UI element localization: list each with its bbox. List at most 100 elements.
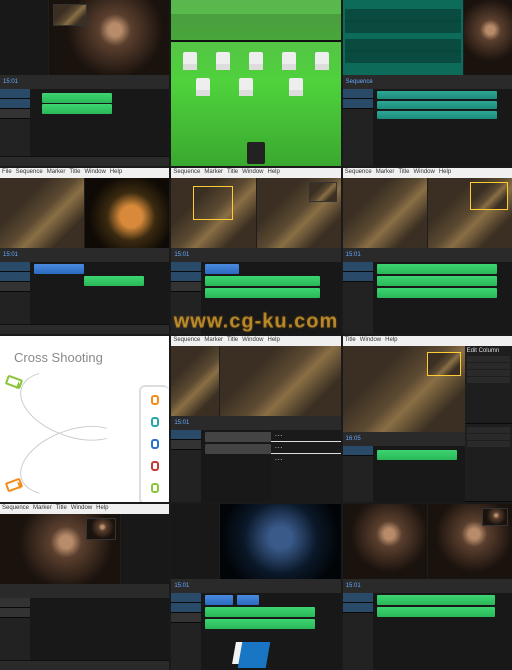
menubar[interactable]: Title Window Help bbox=[343, 336, 512, 346]
effects-panel[interactable]: Edit Column bbox=[465, 346, 512, 502]
menu-title[interactable]: Title bbox=[227, 337, 238, 345]
audio-clip[interactable] bbox=[377, 91, 497, 99]
cell-r1c3[interactable]: Sequence bbox=[343, 0, 512, 166]
audio-clip[interactable] bbox=[205, 288, 320, 298]
menu-window[interactable]: Window bbox=[71, 505, 92, 513]
track-v1[interactable] bbox=[0, 262, 30, 272]
timeline-panel[interactable]: Sequence bbox=[343, 75, 512, 166]
menu-sequence[interactable]: Sequence bbox=[173, 337, 200, 345]
list-item[interactable] bbox=[467, 441, 510, 447]
video-clip[interactable] bbox=[377, 264, 497, 274]
track-v1[interactable] bbox=[0, 598, 30, 608]
menu-markers[interactable]: Marker bbox=[204, 169, 223, 177]
menu-sequence[interactable]: Sequence bbox=[2, 505, 29, 513]
menu-window[interactable]: Window bbox=[85, 169, 106, 177]
cell-r4c3[interactable]: 15:01 bbox=[343, 504, 512, 670]
menu-markers[interactable]: Marker bbox=[47, 169, 66, 177]
audio-clip[interactable] bbox=[377, 607, 495, 617]
menu-sequence[interactable]: Sequence bbox=[345, 169, 372, 177]
track-a1[interactable] bbox=[343, 99, 373, 109]
video-clip[interactable] bbox=[237, 595, 259, 605]
menubar[interactable]: Sequence Marker Title Window Help bbox=[171, 168, 340, 178]
track-a1[interactable] bbox=[171, 440, 201, 450]
track-v1[interactable] bbox=[343, 593, 373, 603]
video-clip[interactable] bbox=[205, 276, 320, 286]
menu-window[interactable]: Window bbox=[360, 337, 381, 345]
menu-window[interactable]: Window bbox=[413, 169, 434, 177]
audio-clip[interactable] bbox=[377, 111, 497, 119]
cell-r3c3[interactable]: Title Window Help 16:05 bbox=[343, 336, 512, 502]
video-clip[interactable] bbox=[84, 276, 144, 286]
track-v2[interactable] bbox=[171, 272, 201, 282]
audio-clip[interactable] bbox=[377, 288, 497, 298]
track-v1[interactable] bbox=[171, 430, 201, 440]
menu-sequence[interactable]: Sequence bbox=[16, 169, 43, 177]
timeline-panel[interactable]: 15:01 bbox=[171, 248, 340, 334]
cell-r1c2[interactable] bbox=[171, 0, 340, 166]
track-a1[interactable] bbox=[343, 603, 373, 613]
context-menu[interactable]: ··· ··· ··· bbox=[271, 430, 341, 502]
list-item[interactable] bbox=[467, 356, 510, 362]
video-clip[interactable] bbox=[377, 450, 457, 460]
track-a2[interactable] bbox=[0, 109, 30, 119]
menu-help[interactable]: Help bbox=[385, 337, 397, 345]
menu-title[interactable]: Title bbox=[56, 505, 67, 513]
menu-title[interactable]: Title bbox=[69, 169, 80, 177]
list-item[interactable] bbox=[467, 370, 510, 376]
track-a1[interactable] bbox=[0, 608, 30, 618]
timeline-panel[interactable] bbox=[0, 584, 169, 670]
timeline-panel[interactable]: 15:01 bbox=[0, 248, 169, 334]
track-v1[interactable] bbox=[343, 262, 373, 272]
video-clip[interactable] bbox=[205, 264, 239, 274]
timeline-panel[interactable]: 15:01 ··· ··· ··· bbox=[171, 416, 340, 502]
audio-clip[interactable] bbox=[205, 619, 315, 629]
menu-window[interactable]: Window bbox=[242, 337, 263, 345]
menu-help[interactable]: Help bbox=[439, 169, 451, 177]
video-clip[interactable] bbox=[205, 595, 233, 605]
cell-r2c1[interactable]: File Sequence Marker Title Window Help 1… bbox=[0, 168, 169, 334]
menubar[interactable]: File Sequence Marker Title Window Help bbox=[0, 168, 169, 178]
menu-item[interactable]: ··· bbox=[271, 442, 341, 454]
cell-r3c2[interactable]: Sequence Marker Title Window Help 15:01 bbox=[171, 336, 340, 502]
track-v1[interactable] bbox=[171, 262, 201, 272]
timeline-panel[interactable]: 15:01 bbox=[171, 579, 340, 670]
menu-title[interactable]: Title bbox=[345, 337, 356, 345]
cell-r1c1[interactable]: 15:01 bbox=[0, 0, 169, 166]
video-clip[interactable] bbox=[42, 93, 112, 103]
audio-clip[interactable] bbox=[377, 101, 497, 109]
menu-window[interactable]: Window bbox=[242, 169, 263, 177]
timeline-panel[interactable]: 15:01 bbox=[343, 579, 512, 670]
menu-help[interactable]: Help bbox=[268, 169, 280, 177]
menu-markers[interactable]: Marker bbox=[33, 505, 52, 513]
track-a1[interactable] bbox=[0, 282, 30, 292]
cell-r3c1[interactable]: Cross Shooting bbox=[0, 336, 169, 502]
menu-sequence[interactable]: Sequence bbox=[173, 169, 200, 177]
timeline-toolbar[interactable] bbox=[0, 156, 169, 166]
menubar[interactable]: Sequence Marker Title Window Help bbox=[343, 168, 512, 178]
track-a1[interactable] bbox=[171, 282, 201, 292]
menu-item[interactable]: ··· bbox=[271, 454, 341, 465]
menubar[interactable]: Sequence Marker Title Window Help bbox=[0, 504, 169, 514]
track-a1[interactable] bbox=[171, 613, 201, 623]
track-v2[interactable] bbox=[0, 272, 30, 282]
video-clip[interactable] bbox=[205, 607, 315, 617]
video-clip[interactable] bbox=[377, 595, 495, 605]
track-v2[interactable] bbox=[171, 603, 201, 613]
timeline-panel[interactable]: 16:05 bbox=[343, 432, 465, 502]
audio-clip[interactable] bbox=[377, 276, 497, 286]
menu-title[interactable]: Title bbox=[227, 169, 238, 177]
menu-markers[interactable]: Marker bbox=[204, 337, 223, 345]
cell-r2c3[interactable]: Sequence Marker Title Window Help 15:01 bbox=[343, 168, 512, 334]
list-item[interactable] bbox=[467, 434, 510, 440]
menu-file[interactable]: File bbox=[2, 169, 12, 177]
list-item[interactable] bbox=[467, 363, 510, 369]
track-v1[interactable] bbox=[0, 89, 30, 99]
track-a1[interactable] bbox=[343, 272, 373, 282]
timeline-panel[interactable]: 15:01 bbox=[0, 75, 169, 166]
menu-title[interactable]: Title bbox=[398, 169, 409, 177]
menubar[interactable]: Sequence Marker Title Window Help bbox=[171, 336, 340, 346]
menu-help[interactable]: Help bbox=[110, 169, 122, 177]
track-v1[interactable] bbox=[343, 89, 373, 99]
menu-help[interactable]: Help bbox=[268, 337, 280, 345]
timeline-toolbar[interactable] bbox=[0, 660, 169, 670]
